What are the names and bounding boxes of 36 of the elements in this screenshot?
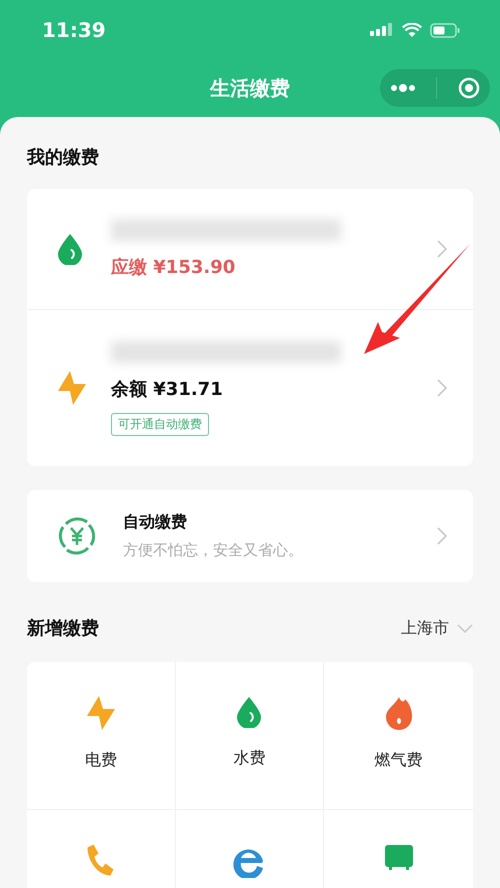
autopay-card[interactable]: 自动缴费 方便不怕忘，安全又省心。 bbox=[27, 490, 473, 582]
bill-type-tile[interactable]: 水费 bbox=[176, 662, 324, 810]
water-drop-icon bbox=[57, 233, 83, 265]
city-selector[interactable]: 上海市 bbox=[401, 618, 449, 638]
bill-type-tile[interactable]: 燃气费 bbox=[324, 662, 473, 810]
signal-icon bbox=[370, 23, 394, 37]
lightning-icon bbox=[86, 696, 116, 730]
page-title: 生活缴费 bbox=[210, 75, 290, 102]
chevron-right-icon bbox=[437, 527, 447, 545]
yuan-cycle-icon bbox=[57, 516, 97, 556]
amount-text: 余额 ¥31.71 bbox=[111, 378, 224, 400]
wifi-icon bbox=[402, 22, 422, 38]
section-title: 新增缴费 bbox=[27, 617, 99, 640]
close-icon[interactable] bbox=[458, 77, 480, 99]
bill-type-label: 燃气费 bbox=[374, 750, 423, 771]
autopay-title: 自动缴费 bbox=[123, 512, 188, 533]
bill-type-label: 水费 bbox=[233, 748, 266, 769]
lightning-icon bbox=[57, 371, 87, 405]
phone-icon bbox=[87, 844, 114, 876]
bill-type-tile[interactable]: 电费 bbox=[27, 662, 176, 810]
battery-icon bbox=[430, 22, 460, 38]
bill-type-label: 电费 bbox=[84, 750, 117, 771]
amount-text: 应缴 ¥153.90 bbox=[111, 256, 236, 279]
account-row[interactable]: 应缴 ¥153.90 bbox=[27, 189, 473, 310]
autopay-subtitle: 方便不怕忘，安全又省心。 bbox=[123, 541, 304, 560]
water-drop-icon bbox=[236, 696, 262, 728]
account-row[interactable]: 余额 ¥31.71 可开通自动缴费 bbox=[27, 310, 473, 466]
tv-icon bbox=[384, 844, 413, 870]
status-time: 11:39 bbox=[42, 18, 106, 42]
section-title: 我的缴费 bbox=[27, 146, 100, 169]
chevron-right-icon bbox=[437, 240, 447, 258]
autopay-tag: 可开通自动缴费 bbox=[111, 412, 209, 436]
more-icon[interactable] bbox=[390, 84, 416, 92]
flame-icon bbox=[384, 696, 413, 730]
chevron-down-icon bbox=[457, 624, 473, 632]
chevron-right-icon bbox=[437, 379, 447, 397]
